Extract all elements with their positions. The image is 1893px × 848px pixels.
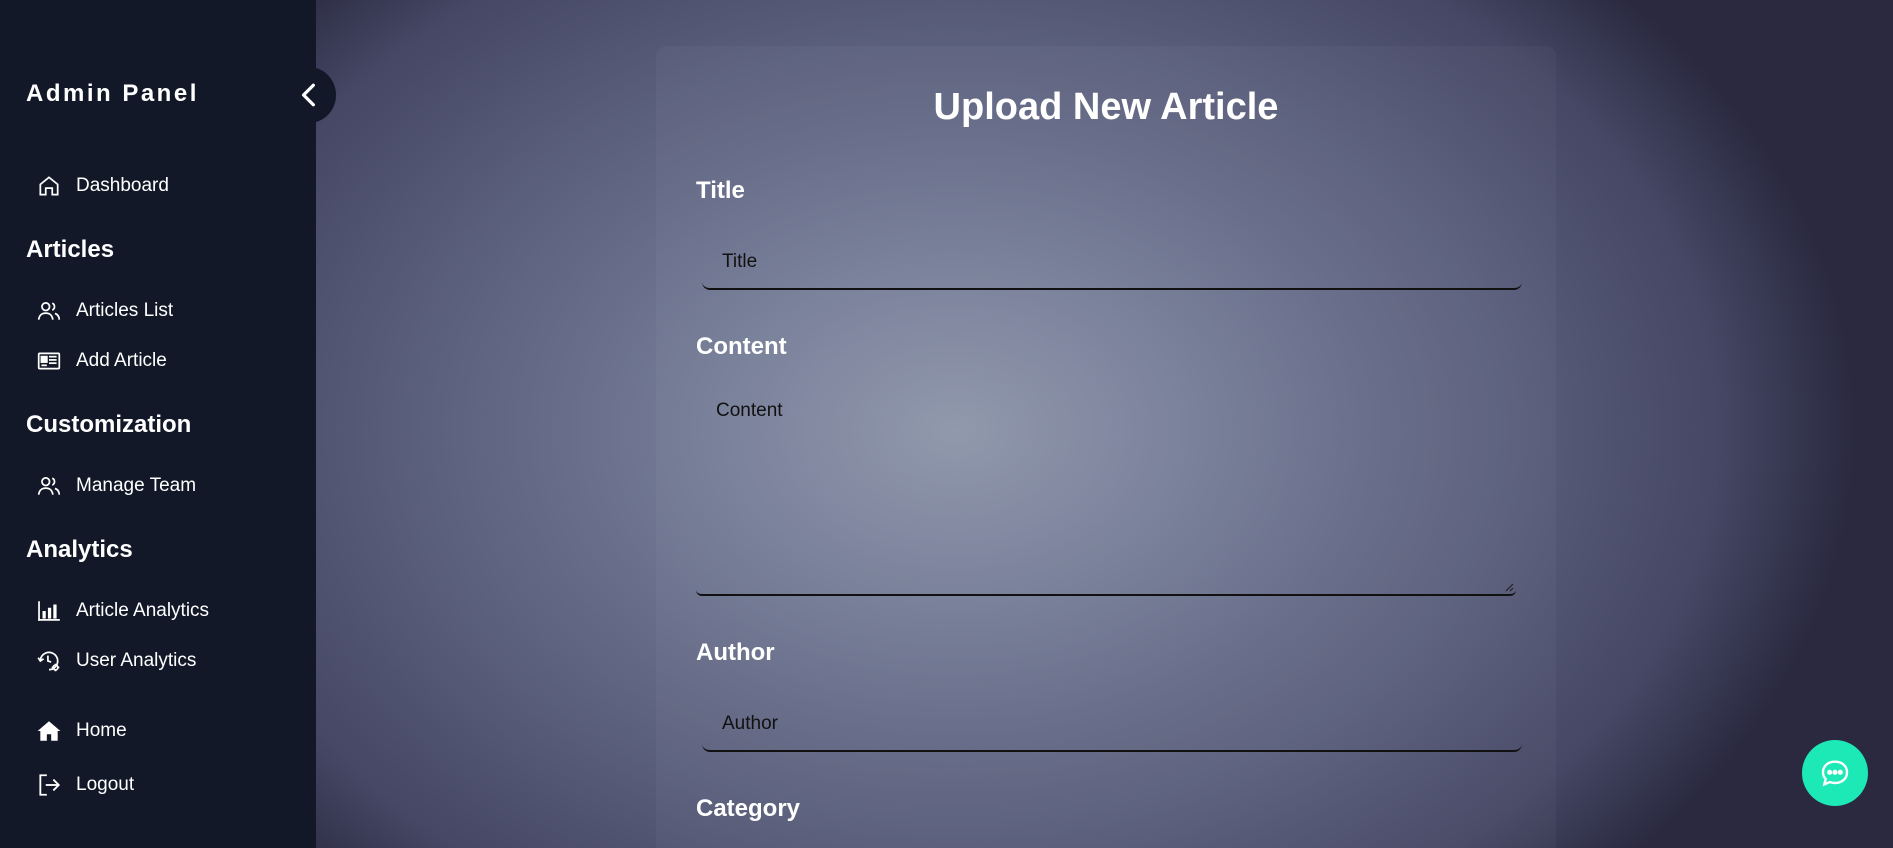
bar-chart-icon — [38, 601, 60, 621]
brand-title: Admin Panel — [26, 80, 199, 107]
history-settings-icon — [37, 651, 60, 672]
section-heading-analytics: Analytics — [26, 536, 133, 563]
section-heading-articles: Articles — [26, 236, 115, 263]
sidebar-item-logout[interactable]: Logout — [36, 770, 134, 800]
title-input[interactable]: Title — [702, 236, 1522, 290]
author-input[interactable]: Author — [702, 698, 1522, 752]
sidebar-item-label: Logout — [76, 774, 135, 795]
users-icon — [37, 302, 61, 320]
sidebar-item-label: User Analytics — [76, 650, 197, 671]
author-label: Author — [696, 639, 775, 666]
sidebar-item-article-analytics[interactable]: Article Analytics — [36, 596, 209, 626]
category-label: Category — [696, 795, 801, 822]
sidebar-item-dashboard[interactable]: Dashboard — [36, 171, 169, 201]
sidebar-item-label: Manage Team — [76, 475, 197, 496]
sidebar-item-label: Dashboard — [76, 175, 169, 196]
logout-icon — [39, 774, 61, 796]
sidebar-item-user-analytics[interactable]: User Analytics — [36, 646, 196, 676]
users-icon — [37, 477, 61, 495]
content-label: Content — [696, 333, 787, 360]
sidebar-item-home[interactable]: Home — [36, 716, 127, 746]
sidebar-item-label: Articles List — [76, 300, 174, 321]
page-title: Upload New Article — [933, 86, 1279, 128]
chat-button[interactable] — [1802, 740, 1868, 806]
newspaper-icon — [37, 352, 61, 370]
sidebar-item-articles-list[interactable]: Articles List — [36, 296, 173, 326]
chat-bubble-icon — [1821, 760, 1849, 787]
sidebar-item-label: Add Article — [76, 350, 167, 371]
resize-grip-icon[interactable] — [1504, 582, 1514, 592]
home-icon — [37, 721, 61, 741]
sidebar-item-add-article[interactable]: Add Article — [36, 346, 167, 376]
sidebar-collapse-button[interactable] — [282, 67, 336, 123]
home-outline-icon — [39, 176, 59, 196]
sidebar-item-label: Home — [76, 720, 127, 741]
title-label: Title — [696, 177, 745, 204]
section-heading-customization: Customization — [26, 411, 192, 438]
content-textarea[interactable]: Content — [696, 384, 1516, 596]
sidebar: Admin Panel Dashboard Articles Articles … — [0, 0, 316, 848]
sidebar-item-manage-team[interactable]: Manage Team — [36, 471, 196, 501]
sidebar-item-label: Article Analytics — [76, 600, 210, 621]
chevron-left-icon — [301, 83, 315, 107]
